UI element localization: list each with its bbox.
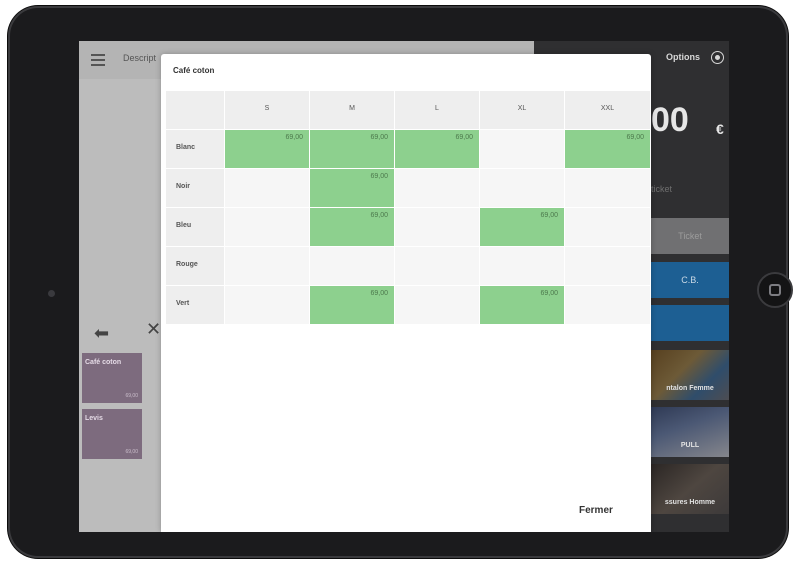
modal-title: Café coton bbox=[173, 66, 215, 75]
grid-cell bbox=[225, 169, 309, 207]
header-description-label: Descript bbox=[123, 53, 157, 63]
grid-cell[interactable]: 69,00 bbox=[395, 130, 479, 168]
home-button[interactable] bbox=[757, 272, 793, 308]
column-header-s: S bbox=[225, 91, 309, 129]
cell-price: 69,00 bbox=[540, 212, 558, 219]
cb-payment-button[interactable]: C.B. bbox=[651, 262, 729, 298]
grid-row-noir: Noir 69,00 bbox=[166, 169, 651, 207]
grid-cell bbox=[480, 169, 564, 207]
column-label: M bbox=[349, 105, 355, 112]
size-color-modal: Café coton S M L XL XXL Blanc 69,00 69,0… bbox=[161, 54, 651, 532]
row-label: Vert bbox=[176, 300, 190, 307]
row-header-noir: Noir bbox=[166, 169, 224, 207]
category-tile-pantalon[interactable]: ntalon Femme bbox=[651, 350, 729, 400]
cell-price: 69,00 bbox=[626, 134, 644, 141]
product-tile-levis[interactable]: Levis 69,00 bbox=[82, 409, 142, 459]
camera-icon bbox=[48, 290, 55, 297]
grid-row-blanc: Blanc 69,00 69,00 69,00 69,00 bbox=[166, 130, 651, 168]
grid-cell bbox=[225, 247, 309, 285]
row-label: Bleu bbox=[176, 222, 192, 229]
grid-cell bbox=[565, 247, 650, 285]
grid-cell[interactable]: 69,00 bbox=[310, 208, 394, 246]
row-header-blanc: Blanc bbox=[166, 130, 224, 168]
column-label: XL bbox=[517, 105, 527, 112]
cell-price: 69,00 bbox=[455, 134, 473, 141]
column-label: L bbox=[435, 105, 439, 112]
hamburger-menu-icon[interactable] bbox=[91, 54, 105, 66]
gear-icon[interactable] bbox=[712, 52, 723, 63]
row-label: Noir bbox=[176, 183, 190, 190]
grid-cell[interactable]: 69,00 bbox=[225, 130, 309, 168]
grid-row-rouge: Rouge bbox=[166, 247, 651, 285]
cell-price: 69,00 bbox=[370, 173, 388, 180]
ticket-button[interactable]: Ticket bbox=[651, 218, 729, 254]
cell-price: 69,00 bbox=[285, 134, 303, 141]
product-name: Café coton bbox=[85, 359, 122, 366]
grid-corner bbox=[166, 91, 224, 129]
grid-cell bbox=[565, 208, 650, 246]
home-square-icon bbox=[769, 284, 781, 296]
product-name: Levis bbox=[85, 415, 103, 422]
grid-cell[interactable]: 69,00 bbox=[310, 286, 394, 324]
grid-header-row: S M L XL XXL bbox=[166, 91, 651, 129]
row-label: Blanc bbox=[176, 144, 196, 151]
cell-price: 69,00 bbox=[540, 290, 558, 297]
grid-row-bleu: Bleu 69,00 69,00 bbox=[166, 208, 651, 246]
grid-cell[interactable]: 69,00 bbox=[480, 208, 564, 246]
grid-cell[interactable]: 69,00 bbox=[310, 130, 394, 168]
grid-cell bbox=[395, 286, 479, 324]
total-amount: 00 bbox=[651, 101, 689, 139]
product-price: 69,00 bbox=[125, 393, 138, 399]
grid-cell bbox=[480, 130, 564, 168]
grid-cell bbox=[565, 169, 650, 207]
currency-symbol: € bbox=[716, 121, 724, 137]
column-header-xxl: XXL bbox=[565, 91, 650, 129]
grid-cell bbox=[310, 247, 394, 285]
column-header-m: M bbox=[310, 91, 394, 129]
grid-row-vert: Vert 69,00 69,00 bbox=[166, 286, 651, 324]
tile-label: PULL bbox=[680, 442, 700, 449]
options-label[interactable]: Options bbox=[666, 52, 700, 62]
screen: Descript Options 00 € ticket Ticket C.B.… bbox=[79, 41, 729, 532]
grid-cell[interactable]: 69,00 bbox=[480, 286, 564, 324]
grid-cell bbox=[395, 169, 479, 207]
cell-price: 69,00 bbox=[370, 290, 388, 297]
grid-cell bbox=[480, 247, 564, 285]
tile-label: ssures Homme bbox=[664, 499, 716, 506]
grid-cell bbox=[395, 208, 479, 246]
grid-cell[interactable]: 69,00 bbox=[565, 130, 650, 168]
close-icon[interactable]: ✕ bbox=[146, 319, 161, 340]
grid-cell bbox=[225, 208, 309, 246]
size-color-grid: S M L XL XXL Blanc 69,00 69,00 69,00 69,… bbox=[166, 91, 651, 325]
grid-cell bbox=[395, 247, 479, 285]
payment-button-secondary[interactable] bbox=[651, 305, 729, 341]
ticket-text: ticket bbox=[651, 184, 673, 194]
close-button[interactable]: Fermer bbox=[579, 505, 613, 516]
column-label: S bbox=[264, 105, 270, 112]
category-tile-chaussures[interactable]: ssures Homme bbox=[651, 464, 729, 514]
tile-label: ntalon Femme bbox=[666, 385, 714, 392]
row-header-rouge: Rouge bbox=[166, 247, 224, 285]
cell-price: 69,00 bbox=[370, 212, 388, 219]
row-label: Rouge bbox=[176, 261, 198, 268]
grid-cell bbox=[565, 286, 650, 324]
product-tile-cafe-coton[interactable]: Café coton 69,00 bbox=[82, 353, 142, 403]
cell-price: 69,00 bbox=[370, 134, 388, 141]
row-header-vert: Vert bbox=[166, 286, 224, 324]
row-header-bleu: Bleu bbox=[166, 208, 224, 246]
category-tile-pull[interactable]: PULL bbox=[651, 407, 729, 457]
grid-cell[interactable]: 69,00 bbox=[310, 169, 394, 207]
product-price: 69,00 bbox=[125, 449, 138, 455]
back-arrow-icon[interactable]: ⬅ bbox=[94, 323, 109, 344]
grid-cell bbox=[225, 286, 309, 324]
column-label: XXL bbox=[600, 105, 615, 112]
column-header-l: L bbox=[395, 91, 479, 129]
column-header-xl: XL bbox=[480, 91, 564, 129]
